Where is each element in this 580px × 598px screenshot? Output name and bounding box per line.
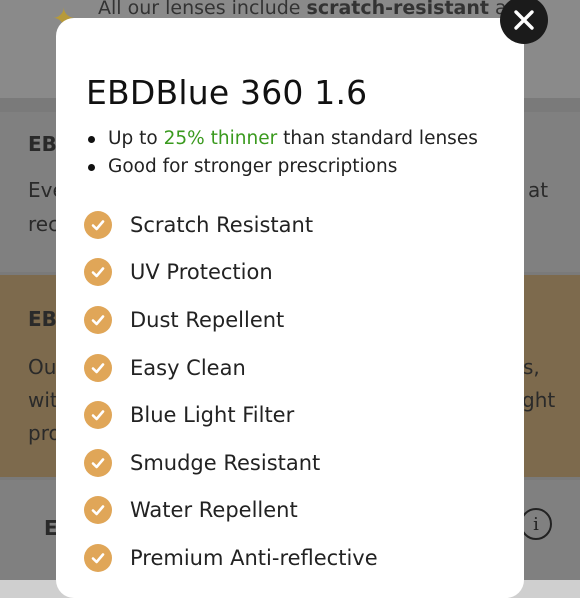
feature-item: Premium Anti-reflective [84,534,378,582]
check-circle-icon [84,496,112,525]
feature-item: Easy Clean [84,344,378,392]
lens-option-text: s, [523,355,540,379]
check-circle-icon [84,543,112,572]
check-circle-icon [84,448,112,477]
modal-title: EBDBlue 360 1.6 [86,73,368,112]
lens-option-text: Ou [28,355,57,379]
feature-item: Blue Light Filter [84,391,378,439]
feature-label: Easy Clean [130,355,246,380]
highlight-green-text: 25% thinner [163,128,278,149]
highlight-item: Up to 25% thinner than standard lenses [86,125,478,153]
feature-label: Dust Repellent [130,307,285,332]
feature-label: Blue Light Filter [130,403,295,428]
lens-option-text: rec [28,212,60,236]
feature-item: Smudge Resistant [84,439,378,487]
feature-label: Scratch Resistant [130,212,314,237]
lens-highlights: Up to 25% thinner than standard lenses G… [86,125,478,181]
info-icon[interactable]: i [520,508,552,540]
check-circle-icon [84,210,112,239]
feature-label: Premium Anti-reflective [130,545,378,570]
check-circle-icon [84,401,112,430]
lens-option-title: EB [28,132,57,156]
lens-option-title: EB [28,307,57,331]
lens-details-modal: EBDBlue 360 1.6 Up to 25% thinner than s… [56,18,524,598]
feature-item: Scratch Resistant [84,201,378,249]
feature-label: Smudge Resistant [130,450,321,475]
banner-text: All our lenses include scratch-resistant… [98,0,531,19]
feature-list: Scratch Resistant UV Protection Dust Repel… [84,201,378,582]
highlight-item: Good for stronger prescriptions [86,153,478,181]
feature-label: Water Repellent [130,498,298,523]
lens-option-text: ght [522,388,556,412]
lens-option-text: at [528,178,549,202]
check-circle-icon [84,353,112,382]
lens-option-text: wit [28,388,58,412]
feature-label: UV Protection [130,260,273,285]
feature-item: Dust Repellent [84,296,378,344]
close-icon [514,10,534,30]
feature-item: Water Repellent [84,487,378,535]
check-circle-icon [84,258,112,287]
check-circle-icon [84,305,112,334]
feature-item: UV Protection [84,249,378,297]
